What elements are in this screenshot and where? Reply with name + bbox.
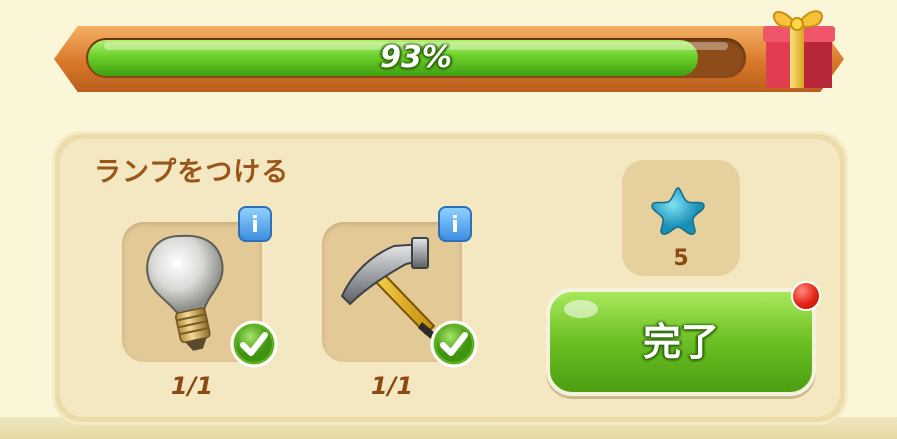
- progress-percent: 93%: [380, 40, 452, 75]
- requirement-count: 1/1: [170, 372, 214, 400]
- gift-box-icon[interactable]: [758, 0, 838, 92]
- blue-star-icon: [651, 187, 705, 236]
- complete-button-label: 完了: [642, 320, 719, 364]
- info-icon[interactable]: i: [238, 206, 272, 242]
- check-icon: [430, 320, 478, 368]
- check-icon: [230, 320, 278, 368]
- task-title: ランプをつける: [94, 157, 290, 188]
- reward-amount: 5: [673, 246, 689, 271]
- notification-dot: [791, 281, 821, 311]
- info-icon[interactable]: i: [438, 206, 472, 242]
- complete-button[interactable]: 完了: [546, 288, 816, 396]
- requirement-count: 1/1: [370, 372, 414, 400]
